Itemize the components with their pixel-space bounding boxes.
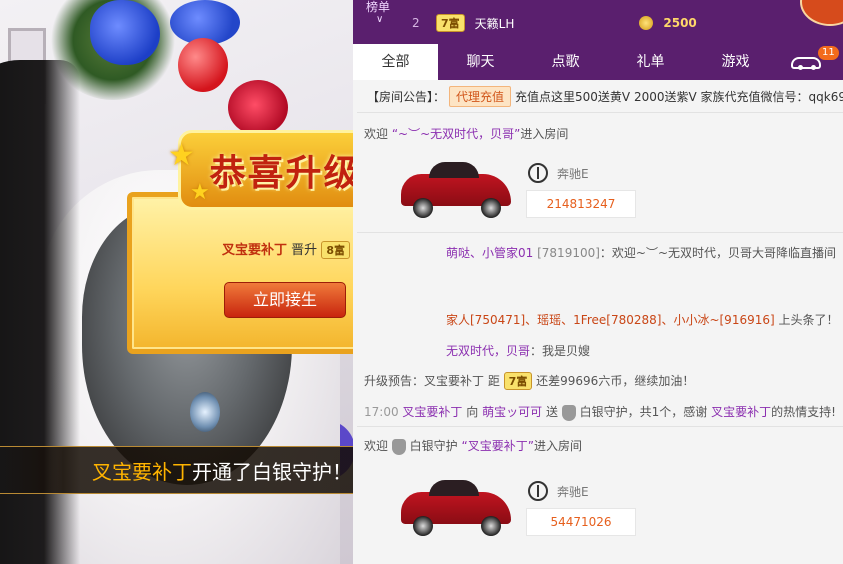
tab-badge: 11 (818, 46, 839, 60)
welcome-message: 欢迎 白银守护 “叉宝要补丁”进入房间 (364, 437, 582, 455)
upgrade-notice: 升级预告：叉宝要补丁 距 7富 还差99696六币，继续加油！ (364, 372, 694, 390)
welcome-prefix: 欢迎 (364, 439, 389, 453)
level-badge: 7富 (503, 372, 533, 390)
welcome-user[interactable]: “叉宝要补丁” (462, 439, 534, 453)
gift-to-user[interactable]: 萌宝ッ可可 (482, 405, 542, 419)
chat-tabs: 全部 聊天 点歌 礼单 游戏 11 (353, 44, 843, 80)
star-icon: ★ (190, 180, 210, 205)
banner-message: 开通了白银守护！ (192, 460, 352, 484)
welcome-prefix: 欢迎 (364, 127, 389, 141)
chevron-down-icon[interactable]: ∨ (376, 14, 383, 25)
level-suffix: 富 (516, 375, 528, 388)
agent-recharge-link[interactable]: 代理充值 (449, 86, 512, 107)
chat-message: 萌哒、小管家01 [7819100]：欢迎~︶~无双时代，贝哥大哥降临直播间 (446, 244, 836, 261)
chat-text: ：我是贝嫂 (530, 344, 591, 358)
level-badge: 8富 (321, 241, 350, 259)
tab-games[interactable]: 游戏 (693, 44, 778, 80)
upgrade-user: 叉宝要补丁 (222, 243, 288, 258)
upgrade-prefix: 升级预告：叉宝要补丁 距 (364, 374, 500, 388)
silver-guard-icon (561, 404, 576, 421)
red-bow (228, 80, 288, 135)
car-icon (791, 57, 821, 70)
chat-text: ：欢迎~︶~无双时代，贝哥大哥降临直播间 (599, 246, 837, 260)
chat-message: 无双时代，贝哥：我是贝嫂 (446, 342, 590, 359)
welcome-guard-label: 白银守护 (409, 439, 458, 453)
car-brand: 奔驰E (557, 167, 589, 181)
welcome-message: 欢迎 “~︶~无双时代，贝哥”进入房间 (364, 125, 568, 142)
welcome-suffix: 进入房间 (533, 439, 582, 453)
chat-ids: [7819100] (537, 246, 600, 260)
shield-gem-icon (190, 392, 220, 432)
tab-cars[interactable]: 11 (778, 44, 843, 80)
gift-message: 17:00 叉宝要补丁 向 萌宝ッ可可 送 白银守护，共1个，感谢 叉宝要补丁的… (364, 403, 836, 421)
car-id: 54471026 (526, 508, 636, 536)
level-number: 8 (326, 244, 334, 257)
car-window (429, 162, 479, 178)
car-image (395, 474, 515, 540)
tab-all[interactable]: 全部 (353, 44, 438, 80)
blue-bow (90, 0, 160, 65)
silver-guard-icon (391, 438, 406, 455)
divider (357, 112, 843, 113)
tab-song[interactable]: 点歌 (523, 44, 608, 80)
notice-text: 充值点这里500送黄V 2000送紫V 家族代充值微信号：qqk6989 (515, 90, 843, 104)
car-wheel (413, 198, 433, 218)
gift-thanks-user[interactable]: 叉宝要补丁 (711, 405, 771, 419)
notice-prefix: 【房间公告】： (367, 90, 446, 104)
gift-from-user[interactable]: 叉宝要补丁 (402, 405, 462, 419)
rank-user-name: 天籁LH (474, 16, 515, 31)
level-badge: 7富 (436, 14, 465, 32)
rank-score: 2500 (663, 16, 697, 30)
rank-number: 2 (412, 16, 420, 30)
car-brand: 奔驰E (557, 485, 589, 499)
chat-users[interactable]: 萌哒、小管家01 (446, 246, 533, 260)
gift-to-prefix: 向 (466, 405, 479, 419)
car-wheel (481, 516, 501, 536)
upgrade-verb: 晋升 (291, 243, 318, 258)
red-balloon (178, 38, 228, 92)
message-time: 17:00 (364, 405, 399, 419)
gift-thanks-suffix: 的热情支持! (771, 405, 836, 419)
gift-item: 白银守护，共1个，感谢 (579, 405, 708, 419)
level-suffix: 富 (333, 244, 345, 257)
gift-send: 送 (545, 405, 558, 419)
car-wheel (481, 198, 501, 218)
level-suffix: 富 (448, 17, 460, 30)
mercedes-logo-icon (528, 163, 548, 183)
divider (357, 232, 843, 233)
tab-gifts[interactable]: 礼单 (608, 44, 693, 80)
room-notice: 【房间公告】： 代理充值 充值点这里500送黄V 2000送紫V 家族代充值微信号：… (367, 86, 843, 108)
congrats-button[interactable]: 立即接生 (224, 282, 346, 318)
upgrade-suffix: 还差99696六币，继续加油！ (536, 374, 695, 388)
level-number: 7 (441, 17, 449, 30)
car-window (429, 480, 479, 496)
car-wheel (413, 516, 433, 536)
guard-banner-text: 叉宝要补丁开通了白银守护！ (92, 456, 352, 485)
headline-suffix: 上头条了！ (778, 313, 839, 327)
headline-users[interactable]: 家人[750471]、瑶瑶、1Free[780288]、小小冰~[916916] (446, 313, 775, 327)
mercedes-logo-icon (528, 481, 548, 501)
divider (357, 426, 843, 427)
welcome-user[interactable]: “~︶~无双时代，贝哥” (392, 127, 521, 141)
banner-user: 叉宝要补丁 (92, 460, 192, 484)
car-image (395, 156, 515, 222)
ranking-label[interactable]: 榜单 (366, 0, 390, 15)
chat-user[interactable]: 无双时代，贝哥 (446, 344, 530, 358)
star-icon: ★ (168, 138, 195, 173)
headline-message: 家人[750471]、瑶瑶、1Free[780288]、小小冰~[916916]… (446, 311, 839, 328)
tab-chat[interactable]: 聊天 (438, 44, 523, 80)
welcome-suffix: 进入房间 (520, 127, 569, 141)
ranking-row[interactable]: 2 7富 天籁LH 2500 (412, 11, 832, 35)
coin-icon (639, 16, 654, 30)
car-id: 214813247 (526, 190, 636, 218)
